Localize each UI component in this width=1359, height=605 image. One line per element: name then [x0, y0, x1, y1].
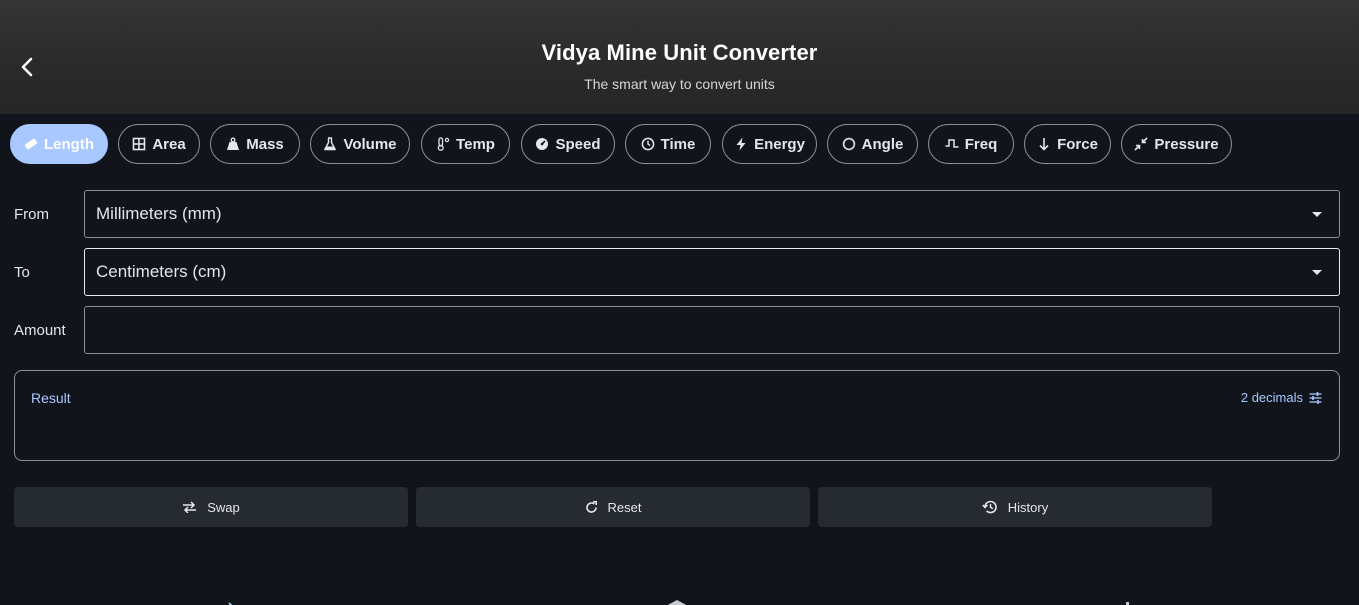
from-unit-value: Millimeters (mm) — [96, 204, 222, 223]
reset-label: Reset — [607, 499, 642, 515]
nav-learn[interactable] — [664, 596, 690, 605]
bottom-navigation — [0, 585, 1359, 605]
arrow-down-icon — [1039, 138, 1049, 151]
chip-label: Energy — [754, 135, 805, 153]
swap-label: Swap — [207, 499, 240, 515]
ruler-icon — [24, 138, 38, 150]
school-icon — [667, 600, 687, 605]
history-label: History — [1007, 499, 1049, 515]
chip-freq[interactable]: Freq — [928, 124, 1014, 164]
dropdown-arrow-icon — [1312, 270, 1322, 275]
chip-angle[interactable]: Angle — [827, 124, 918, 164]
chip-energy[interactable]: Energy — [722, 124, 817, 164]
decimals-label: 2 decimals — [1240, 390, 1303, 405]
chip-length[interactable]: Length — [10, 124, 108, 164]
chip-label: Pressure — [1154, 135, 1219, 153]
grid-icon — [133, 137, 146, 151]
chip-force[interactable]: Force — [1024, 124, 1111, 164]
category-chips: Length Area Mass Volume Temp Speed Time … — [0, 124, 1359, 164]
chip-volume[interactable]: Volume — [310, 124, 410, 164]
speedometer-icon — [536, 138, 549, 150]
from-label: From — [14, 206, 49, 223]
chip-speed[interactable]: Speed — [521, 124, 615, 164]
flask-icon — [324, 137, 337, 151]
chip-label: Freq — [964, 135, 998, 153]
to-unit-value: Centimeters (cm) — [96, 262, 227, 281]
amount-label: Amount — [14, 322, 66, 339]
chip-area[interactable]: Area — [118, 124, 200, 164]
wave-icon — [945, 139, 959, 148]
nav-converter[interactable] — [222, 597, 234, 605]
result-label: Result — [31, 390, 71, 406]
decimals-button[interactable]: 2 decimals — [1241, 390, 1322, 405]
amount-input[interactable] — [84, 306, 1340, 354]
to-label: To — [14, 264, 30, 281]
chip-time[interactable]: Time — [625, 124, 711, 164]
clock-icon — [641, 137, 654, 151]
chip-label: Angle — [861, 135, 904, 153]
chip-label: Temp — [456, 135, 495, 153]
history-button[interactable]: History — [818, 487, 1212, 527]
swap-icon — [183, 501, 197, 513]
circle-icon — [842, 137, 855, 151]
tune-icon — [1309, 391, 1322, 404]
reset-button[interactable]: Reset — [416, 487, 810, 527]
chip-mass[interactable]: Mass — [210, 124, 300, 164]
chip-temp[interactable]: Temp — [421, 124, 510, 164]
to-unit-select[interactable]: Centimeters (cm) — [84, 248, 1340, 296]
chip-pressure[interactable]: Pressure — [1121, 124, 1232, 164]
history-icon — [982, 500, 997, 514]
app-header: Vidya Mine Unit Converter The smart way … — [0, 0, 1359, 114]
result-panel: Result 2 decimals — [14, 370, 1340, 461]
chip-label: Time — [660, 135, 696, 153]
dropdown-arrow-icon — [1312, 212, 1322, 217]
nav-stats[interactable] — [1120, 597, 1132, 605]
chip-label: Force — [1057, 135, 1098, 153]
chip-label: Mass — [246, 135, 284, 153]
from-unit-select[interactable]: Millimeters (mm) — [84, 190, 1340, 238]
compress-icon — [1134, 137, 1148, 151]
chip-label: Volume — [343, 135, 397, 153]
chip-label: Speed — [555, 135, 601, 153]
page-subtitle: The smart way to convert units — [584, 76, 775, 92]
chip-label: Area — [152, 135, 186, 153]
swap-button[interactable]: Swap — [14, 487, 408, 527]
weight-icon — [227, 137, 240, 150]
page-title: Vidya Mine Unit Converter — [541, 40, 818, 65]
thermometer-icon — [437, 137, 450, 151]
bolt-icon — [736, 137, 746, 151]
chip-label: Length — [44, 135, 94, 153]
refresh-icon — [585, 500, 597, 513]
